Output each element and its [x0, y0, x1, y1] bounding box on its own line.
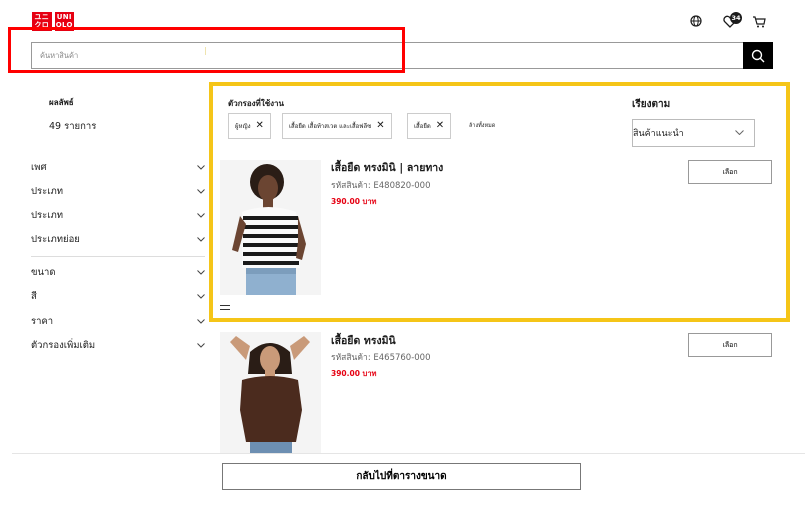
cart-icon[interactable]	[751, 13, 767, 29]
sidebar-divider	[31, 256, 205, 257]
search-input[interactable]	[32, 43, 743, 68]
chip-label: เสื้อยืด เสื้อท้าสเวต และเสื้อฟลีซ	[289, 123, 372, 130]
product-code: รหัสสินค้า: E465760-000	[331, 353, 431, 363]
facet-label: ตัวกรองเพิ่มเติม	[31, 339, 96, 351]
select-button[interactable]: เลือก	[688, 333, 772, 357]
active-filters-label: ตัวกรองที่ใช้งาน	[228, 99, 285, 108]
select-button[interactable]: เลือก	[688, 160, 772, 184]
drag-handle-icon[interactable]	[220, 305, 230, 310]
wishlist-count-badge: 34	[730, 12, 742, 24]
facet-color[interactable]: สี	[31, 289, 205, 303]
chevron-down-icon	[197, 211, 205, 219]
sort-select[interactable]: สินค้าแนะนำ	[632, 119, 755, 147]
facet-label: ประเภทย่อย	[31, 233, 80, 245]
clear-all-link[interactable]: ล้างทั้งหมด	[469, 122, 495, 130]
chevron-down-icon	[197, 235, 205, 243]
product-name[interactable]: เสื้อยืด ทรงมินิ	[331, 332, 396, 349]
facet-size[interactable]: ขนาด	[31, 265, 205, 279]
search-field[interactable]	[31, 42, 744, 69]
close-icon[interactable]: ✕	[376, 121, 384, 131]
facet-type-2[interactable]: ประเภท	[31, 208, 205, 222]
results-title: ผลลัพธ์	[49, 98, 74, 107]
bottom-divider	[12, 453, 805, 454]
product-name[interactable]: เสื้อยืด ทรงมินิ | ลายทาง	[331, 159, 443, 176]
facet-label: สี	[31, 290, 37, 302]
globe-icon[interactable]	[688, 13, 704, 29]
chevron-down-icon	[197, 268, 205, 276]
facet-label: เพศ	[31, 161, 47, 173]
facet-subtype[interactable]: ประเภทย่อย	[31, 232, 205, 246]
facet-label: ประเภท	[31, 185, 64, 197]
chevron-down-icon	[197, 187, 205, 195]
filter-chip-women[interactable]: ผู้หญิง ✕	[228, 113, 271, 139]
facet-more-filters[interactable]: ตัวกรองเพิ่มเติม	[31, 338, 205, 352]
chevron-down-icon	[197, 317, 205, 325]
facet-type[interactable]: ประเภท	[31, 184, 205, 198]
chip-label: เสื้อยืด	[414, 123, 431, 130]
facet-label: ราคา	[31, 315, 54, 327]
product-image[interactable]	[220, 332, 321, 453]
chevron-down-icon	[197, 292, 205, 300]
chevron-down-icon	[735, 128, 744, 138]
facet-label: ประเภท	[31, 209, 64, 221]
facet-label: ขนาด	[31, 266, 56, 278]
chevron-down-icon	[197, 163, 205, 171]
results-count: 49 รายการ	[49, 121, 97, 132]
search-button[interactable]	[743, 42, 773, 69]
facet-gender[interactable]: เพศ	[31, 160, 205, 174]
cursor-mark: |	[204, 46, 207, 55]
chip-label: ผู้หญิง	[235, 123, 251, 130]
uniqlo-logo[interactable]: ユニ クロ UNI QLO	[32, 12, 77, 31]
back-to-size-chart-button[interactable]: กลับไปที่ตารางขนาด	[222, 463, 581, 490]
filter-chip-tshirts-sweat-fleece[interactable]: เสื้อยืด เสื้อท้าสเวต และเสื้อฟลีซ ✕	[282, 113, 392, 139]
product-price: 390.00 บาท	[331, 197, 377, 206]
chevron-down-icon	[197, 341, 205, 349]
facet-price[interactable]: ราคา	[31, 314, 205, 328]
product-code: รหัสสินค้า: E480820-000	[331, 181, 431, 191]
close-icon[interactable]: ✕	[436, 121, 444, 131]
product-price: 390.00 บาท	[331, 369, 377, 378]
product-image[interactable]	[220, 160, 321, 295]
logo-katakana: ユニ クロ	[32, 12, 52, 31]
sort-selected-value: สินค้าแนะนำ	[633, 129, 684, 139]
filter-chip-tshirts[interactable]: เสื้อยืด ✕	[407, 113, 452, 139]
sort-label: เรียงตาม	[632, 99, 671, 110]
logo-latin: UNI QLO	[54, 12, 74, 31]
close-icon[interactable]: ✕	[256, 121, 264, 131]
search-icon	[751, 49, 765, 62]
